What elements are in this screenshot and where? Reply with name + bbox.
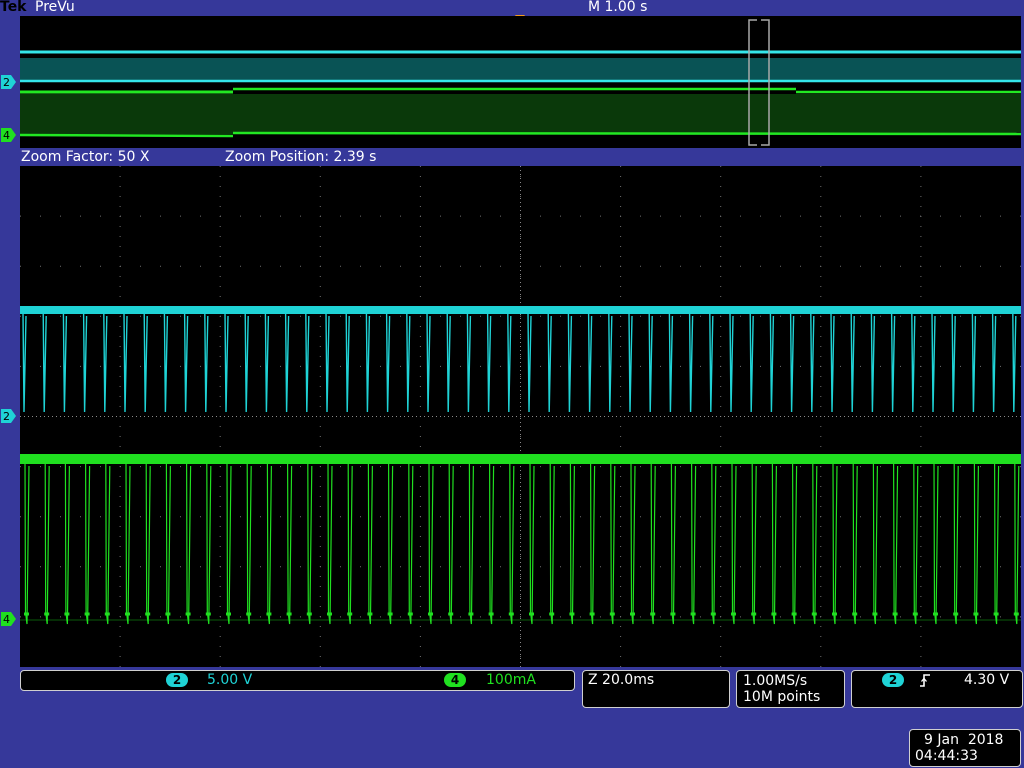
overview-waveform-panel[interactable] <box>20 16 1021 148</box>
acquisition-mode-label: PreVu <box>35 0 75 15</box>
svg-text:4: 4 <box>3 129 10 142</box>
ch2-scale: 5.00 V <box>207 672 253 688</box>
record-length-value: 10M points <box>743 689 821 705</box>
zoomed-waveform-graticule[interactable] <box>20 166 1021 667</box>
zoom-timebase-readout[interactable]: Z 20.0ms <box>582 670 730 708</box>
overview-ch4-marker[interactable]: 4 <box>1 128 16 142</box>
ch2-badge: 2 <box>166 673 188 687</box>
zoom-position-label: Zoom Position: 2.39 s <box>225 149 377 165</box>
ch4-badge: 4 <box>444 673 466 687</box>
svg-text:4: 4 <box>3 613 10 626</box>
date-value: 9 Jan 2018 <box>924 732 1004 748</box>
ch4-scale: 100mA <box>486 672 536 688</box>
vertical-settings-readout[interactable]: 2 5.00 V 4 100mA <box>20 670 575 691</box>
svg-text:2: 2 <box>3 410 10 423</box>
time-value: 04:44:33 <box>915 748 978 764</box>
sample-rate-value: 1.00MS/s <box>743 673 808 689</box>
acquisition-readout[interactable]: 1.00MS/s 10M points <box>736 670 845 708</box>
trigger-source-badge: 2 <box>882 673 904 687</box>
trigger-level-value: 4.30 V <box>964 672 1010 688</box>
rising-edge-icon <box>920 674 930 687</box>
zoom-scale-value: Z 20.0ms <box>588 672 655 688</box>
svg-text:2: 2 <box>3 76 10 89</box>
ch2-ground-marker[interactable]: 2 <box>1 409 16 423</box>
trigger-readout[interactable]: 2 4.30 V <box>851 670 1023 708</box>
overview-ch2-marker[interactable]: 2 <box>1 75 16 89</box>
datetime-readout: 9 Jan 2018 04:44:33 <box>909 729 1021 767</box>
brand-logo: Tek <box>0 0 27 15</box>
ch4-ground-marker[interactable]: 4 <box>1 612 16 626</box>
main-timebase-readout: M 1.00 s <box>588 0 648 15</box>
zoom-factor-label: Zoom Factor: 50 X <box>21 149 150 165</box>
